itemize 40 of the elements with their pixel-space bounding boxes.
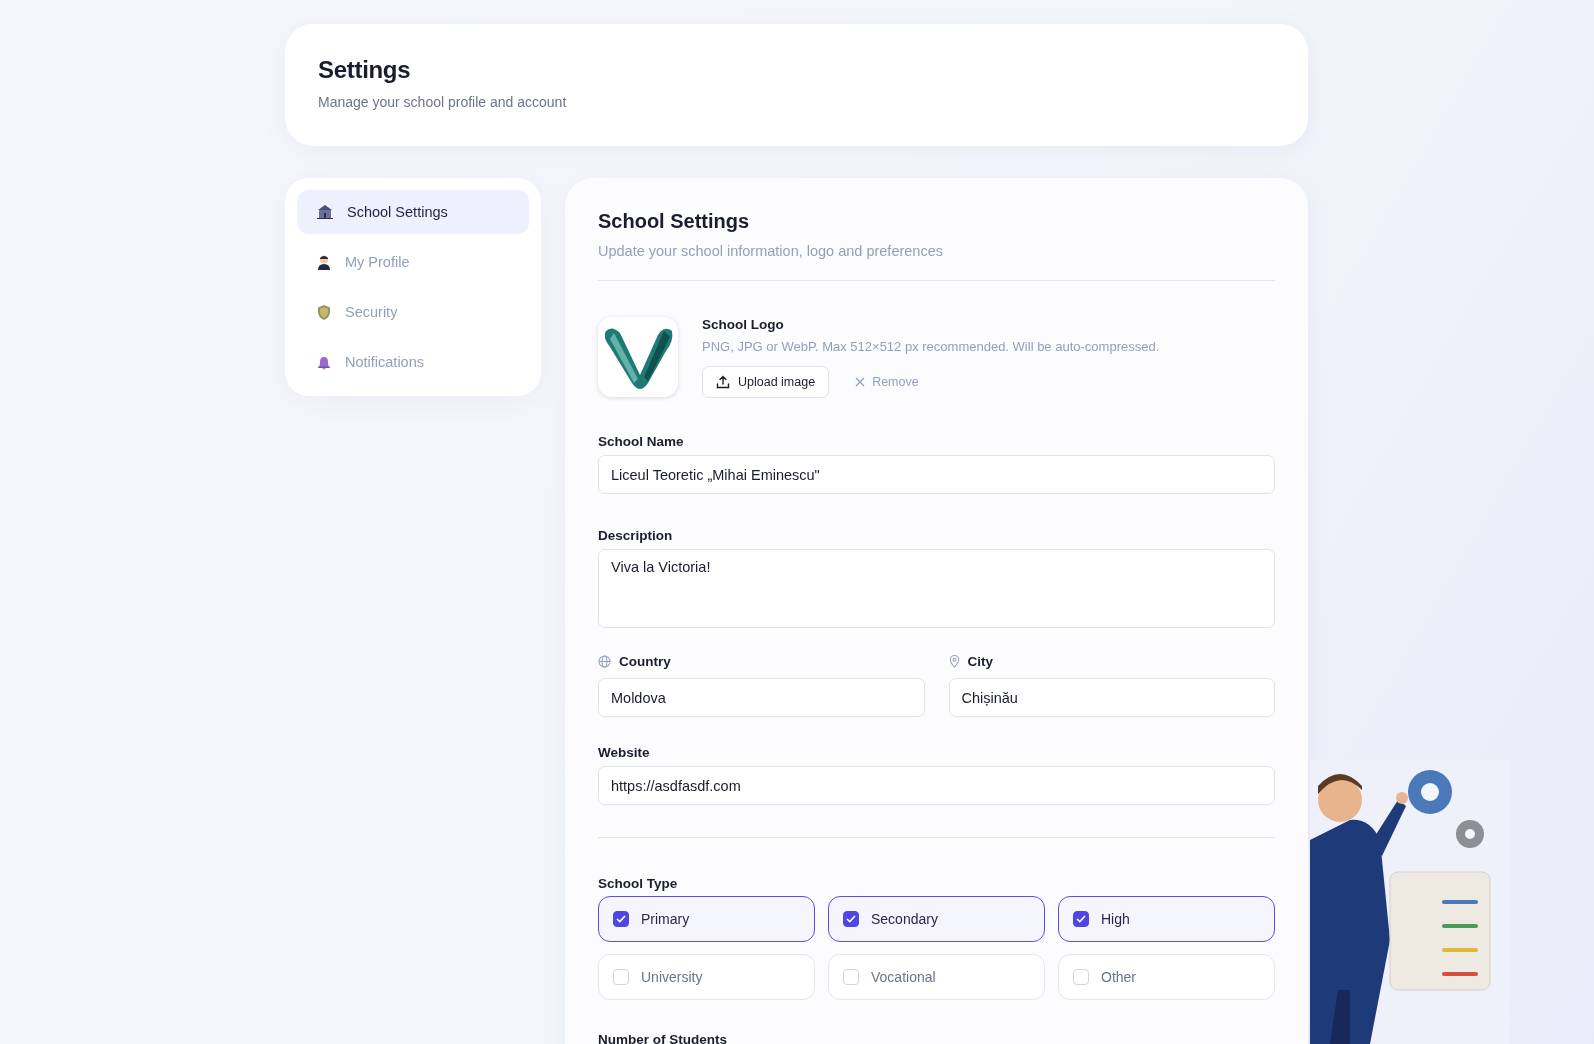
website-field[interactable]: https://asdfasdf.com [598,766,1275,805]
field-label: Website [598,745,650,760]
logo-hint: PNG, JPG or WebP. Max 512×512 px recommended. Will be auto-compressed. [702,339,1160,354]
checkmark-icon [1076,915,1086,923]
sidebar-item[interactable]: School Settings [297,190,529,234]
upload-button[interactable]: Upload image [702,366,830,398]
section-subtitle: Update your school information, logo and preferences [598,243,943,259]
section-title: School Settings [598,210,750,233]
school-building-icon [317,205,333,219]
description-field[interactable]: Viva la Victoria! [598,549,1275,628]
field-label: School Type [598,876,678,891]
checkmark-icon [616,915,626,923]
school-name-field[interactable]: Liceul Teoretic „Mihai Eminescu" [598,455,1275,494]
school-type-option[interactable]: Primary [598,896,815,942]
city-field[interactable]: Chișinău [948,678,1275,717]
school-type-option[interactable]: Vocational [828,954,1045,1000]
field-label: City [967,654,993,669]
logo-label: School Logo [702,317,784,332]
page-subtitle: Manage your school profile and account [318,94,567,110]
shield-icon [317,304,331,320]
school-type-option[interactable]: High [1058,896,1275,942]
checkbox[interactable] [843,911,859,927]
field-label: Number of Students [598,1032,727,1044]
checkmark-icon [846,915,856,923]
field-label: Description [598,528,673,543]
globe-icon [598,655,611,668]
page-title: Settings [318,56,411,84]
school-type-option[interactable]: University [598,954,815,1000]
school-type-option[interactable]: Other [1058,954,1275,1000]
upload-icon [716,375,730,389]
bell-icon [317,354,331,370]
close-icon [855,377,866,387]
checkbox[interactable] [613,911,629,927]
country-field[interactable]: Moldova [598,678,925,717]
school-type-option[interactable]: Secondary [828,896,1045,942]
location-pin-icon [948,655,960,668]
field-label: Country [619,654,671,669]
checkbox[interactable] [1073,911,1089,927]
person-icon [317,254,331,270]
field-label: School Name [598,434,684,449]
